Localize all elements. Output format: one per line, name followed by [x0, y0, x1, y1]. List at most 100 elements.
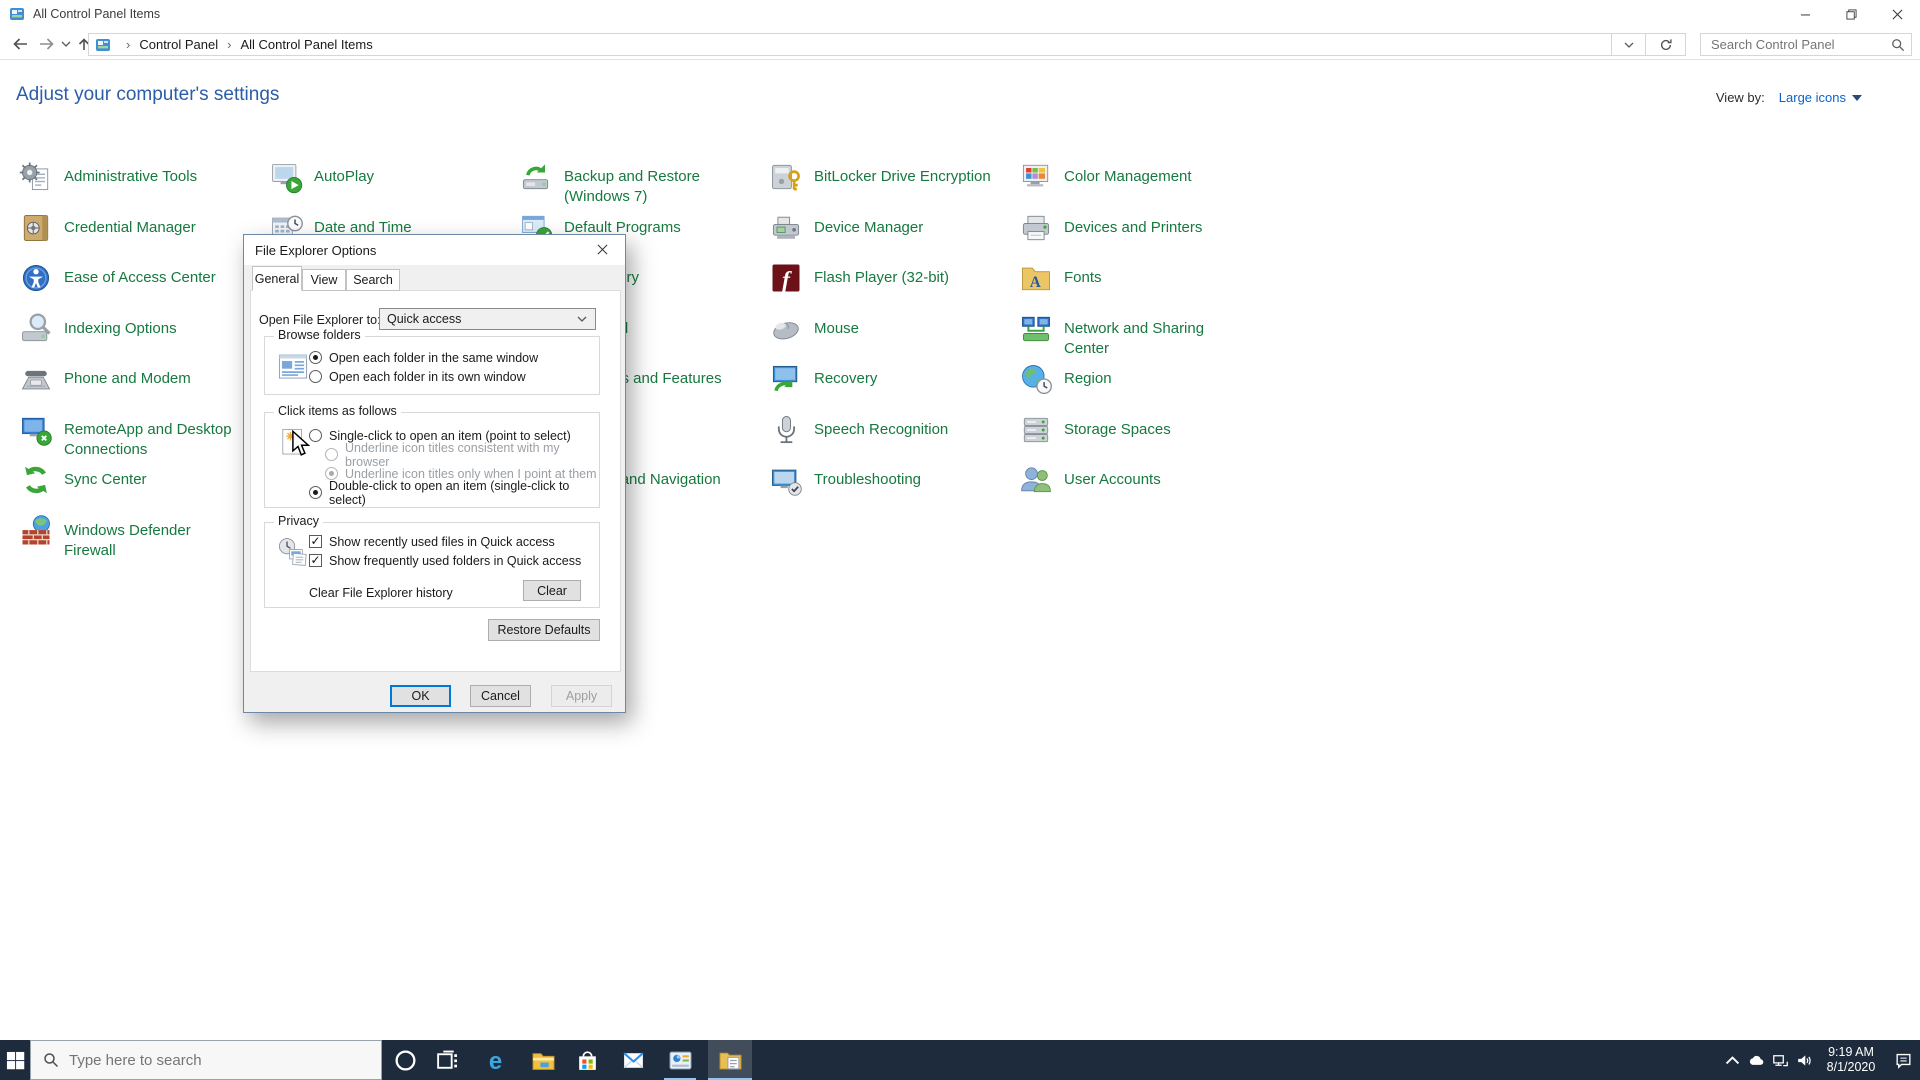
windows-firewall-icon [18, 513, 54, 549]
cp-item-backup-and-restore-windows-7[interactable]: Backup and Restore (Windows 7) [518, 152, 714, 207]
radio-open-each-folder-in-the-same-window[interactable]: Open each folder in the same window [309, 348, 599, 367]
cp-item-device-manager[interactable]: Device Manager [768, 203, 1014, 246]
close-button[interactable] [1874, 0, 1920, 28]
checkbox-show-recently-used-files-in-quick-access[interactable]: ✓ Show recently used files in Quick acces… [309, 532, 599, 551]
backup-restore-icon [518, 159, 554, 195]
storage-spaces-icon [1018, 412, 1054, 448]
ok-button[interactable]: OK [390, 685, 451, 707]
cp-item-indexing-options[interactable]: Indexing Options [18, 304, 264, 347]
cp-item-remoteapp-and-desktop-connections[interactable]: RemoteApp and Desktop Connections [18, 405, 239, 460]
cp-item-user-accounts[interactable]: User Accounts [1018, 455, 1264, 498]
cp-item-region[interactable]: Region [1018, 354, 1264, 397]
cp-item-flash-player-32-bit[interactable]: f Flash Player (32-bit) [768, 253, 1014, 296]
network-icon[interactable] [1768, 1040, 1792, 1080]
checkbox[interactable]: ✓ [309, 535, 322, 548]
open-to-combobox[interactable]: Quick access [379, 308, 596, 330]
cp-item-troubleshooting[interactable]: Troubleshooting [768, 455, 1014, 498]
cp-item-speech-recognition[interactable]: Speech Recognition [768, 405, 1014, 448]
cp-item-label: User Accounts [1064, 471, 1161, 488]
option-label: Show recently used files in Quick access [329, 534, 555, 549]
view-by-selector[interactable]: Large icons [1779, 90, 1862, 105]
clear-history-label: Clear File Explorer history [309, 586, 453, 600]
radio-button[interactable] [309, 370, 322, 383]
mail-taskbar-icon[interactable] [611, 1040, 655, 1080]
cp-item-phone-and-modem[interactable]: Phone and Modem [18, 354, 264, 397]
radio-button[interactable] [309, 486, 322, 499]
cp-item-credential-manager[interactable]: Credential Manager [18, 203, 264, 246]
address-bar[interactable]: › Control Panel › All Control Panel Item… [88, 33, 1612, 56]
cp-item-windows-defender-firewall[interactable]: Windows Defender Firewall [18, 506, 214, 561]
cp-item-recovery[interactable]: Recovery [768, 354, 1014, 397]
svg-text:e: e [488, 1048, 501, 1073]
volume-icon[interactable] [1792, 1040, 1816, 1080]
explorer-search[interactable] [1700, 33, 1912, 56]
control-panel-icon [95, 37, 111, 53]
taskbar-search-input[interactable] [67, 1050, 381, 1070]
breadcrumb-all-items[interactable]: All Control Panel Items [240, 37, 372, 52]
tray-time: 9:19 AM [1828, 1045, 1874, 1059]
remoteapp-icon [18, 412, 54, 448]
privacy-group: Privacy ✓ Show recently used files in Qui… [264, 514, 600, 608]
radio-double-click-to-open-an-item-single-clic[interactable]: Double-click to open an item (single-cli… [309, 479, 599, 507]
cp-item-devices-and-printers[interactable]: Devices and Printers [1018, 203, 1264, 246]
option-label: Double-click to open an item (single-cli… [329, 478, 570, 507]
start-button[interactable] [0, 1040, 30, 1080]
cp-item-sync-center[interactable]: Sync Center [18, 455, 264, 498]
cp-item-administrative-tools[interactable]: Administrative Tools [18, 152, 264, 195]
search-input[interactable] [1701, 37, 1891, 52]
apply-button[interactable]: Apply [551, 685, 612, 707]
onedrive-cloud-icon[interactable] [1744, 1040, 1768, 1080]
radio-open-each-folder-in-its-own-window[interactable]: Open each folder in its own window [309, 367, 599, 386]
cp-item-ease-of-access-center[interactable]: Ease of Access Center [18, 253, 264, 296]
forward-button[interactable] [34, 29, 60, 59]
breadcrumb-control-panel[interactable]: Control Panel [139, 37, 218, 52]
cp-item-bitlocker-drive-encryption[interactable]: BitLocker Drive Encryption [768, 152, 1014, 195]
control-panel-taskbar-icon[interactable] [658, 1040, 702, 1080]
cortana-button[interactable] [383, 1040, 427, 1080]
dialog-close-button[interactable] [580, 235, 625, 264]
window-titlebar: All Control Panel Items [0, 0, 1920, 28]
edge-taskbar-icon[interactable]: e [473, 1040, 517, 1080]
cp-item-storage-spaces[interactable]: Storage Spaces [1018, 405, 1264, 448]
search-icon [31, 1052, 67, 1068]
cp-item-network-and-sharing-center[interactable]: Network and Sharing Center [1018, 304, 1219, 359]
radio-button [325, 448, 338, 461]
privacy-legend: Privacy [274, 514, 323, 528]
cancel-button[interactable]: Cancel [470, 685, 531, 707]
clear-button[interactable]: Clear [523, 580, 581, 601]
action-center-icon[interactable] [1886, 1040, 1920, 1080]
cp-item-autoplay[interactable]: AutoPlay [268, 152, 514, 195]
dialog-titlebar: File Explorer Options [244, 235, 625, 265]
window-title: All Control Panel Items [33, 7, 161, 21]
tab-general[interactable]: General [252, 266, 302, 291]
task-view-button[interactable] [425, 1040, 469, 1080]
cp-item-fonts[interactable]: A Fonts [1018, 253, 1264, 296]
file-explorer-taskbar-icon[interactable] [521, 1040, 565, 1080]
cp-item-color-management[interactable]: Color Management [1018, 152, 1264, 195]
tray-chevron-icon[interactable] [1720, 1040, 1744, 1080]
checkbox-show-frequently-used-folders-in-quick-ac[interactable]: ✓ Show frequently used folders in Quick a… [309, 551, 599, 570]
tab-view[interactable]: View [302, 269, 346, 291]
store-taskbar-icon[interactable] [565, 1040, 609, 1080]
taskbar-search[interactable] [30, 1040, 382, 1080]
refresh-button[interactable] [1646, 33, 1686, 56]
breadcrumb-separator: › [126, 37, 131, 52]
device-manager-icon [768, 210, 804, 246]
checkbox[interactable]: ✓ [309, 554, 322, 567]
troubleshooting-icon [768, 462, 804, 498]
cp-item-label: Credential Manager [64, 218, 196, 236]
minimize-button[interactable] [1782, 0, 1828, 28]
cp-item-label: Network and Sharing Center [1064, 319, 1205, 357]
cp-item-mouse[interactable]: Mouse [768, 304, 1014, 347]
radio-button[interactable] [309, 351, 322, 364]
credential-manager-icon [18, 210, 54, 246]
ease-of-access-icon [18, 260, 54, 296]
restore-defaults-button[interactable]: Restore Defaults [488, 619, 600, 641]
restore-button[interactable] [1828, 0, 1874, 28]
clock[interactable]: 9:19 AM 8/1/2020 [1820, 1045, 1882, 1075]
back-button[interactable] [6, 29, 34, 59]
region-icon [1018, 361, 1054, 397]
tab-search[interactable]: Search [346, 269, 400, 291]
file-explorer-options-taskbar-icon[interactable] [708, 1040, 752, 1080]
address-dropdown-button[interactable] [1612, 33, 1646, 56]
